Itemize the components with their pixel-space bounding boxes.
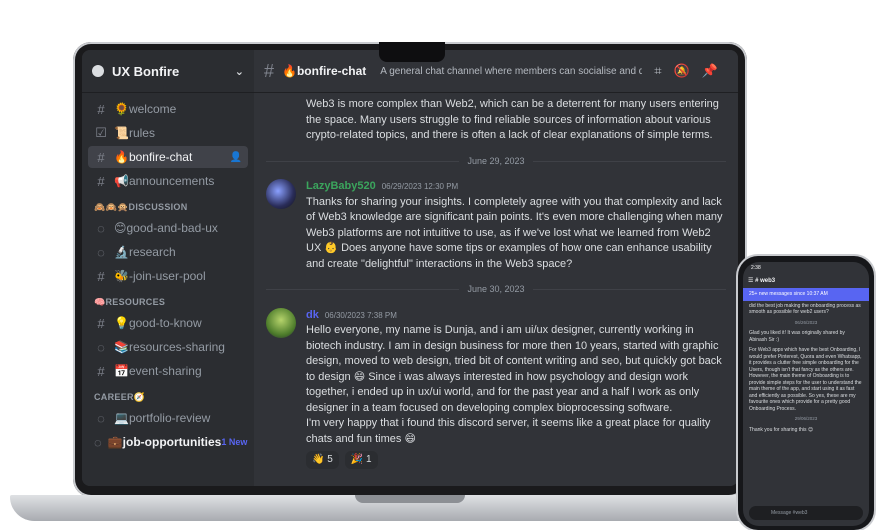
mobile-message-input[interactable]: Message #web3: [749, 506, 863, 520]
mobile-message: did the best job making the onboarding p…: [749, 302, 861, 316]
laptop-camera-notch: [379, 42, 445, 62]
channel-label: 🌻welcome: [114, 102, 177, 116]
message-text: Thanks for sharing your insights. I comp…: [306, 195, 723, 270]
message: LazyBaby520 06/29/2023 12:30 PM Thanks fo…: [266, 179, 726, 272]
pin-icon[interactable]: 📌: [702, 63, 718, 79]
forum-icon: ◌: [97, 410, 105, 426]
channel-label: 📚resources-sharing: [114, 340, 225, 354]
channel-good-to-know[interactable]: # 💡good-to-know: [88, 312, 248, 334]
avatar[interactable]: [266, 307, 296, 338]
threads-icon[interactable]: ⌗: [654, 63, 661, 79]
channel-portfolio-review[interactable]: ◌ 💻portfolio-review: [88, 407, 248, 429]
server-name: UX Bonfire: [112, 63, 180, 79]
avatar[interactable]: [266, 179, 296, 209]
channel-event-sharing[interactable]: # 📅event-sharing: [88, 360, 248, 382]
reaction-emoji: 👋: [312, 454, 325, 465]
new-badge: 1 New: [221, 437, 248, 447]
mobile-message: Thank you for sharing this 😊: [749, 426, 814, 433]
message: dk 06/30/2023 7:38 PM Hello everyone, my …: [266, 307, 726, 469]
chevron-down-icon[interactable]: ⌄: [235, 65, 244, 78]
hash-icon: #: [264, 60, 275, 81]
channel-label: 🐝-join-user-pool: [114, 269, 206, 283]
channel-rules[interactable]: ☑ 📜rules: [88, 122, 248, 144]
channel-resources-sharing[interactable]: ◌ 📚resources-sharing: [88, 336, 248, 358]
hash-icon: #: [755, 277, 759, 284]
forum-icon: ◌: [97, 339, 105, 355]
hash-icon: #: [97, 149, 105, 165]
mute-bell-icon[interactable]: 🔕: [674, 63, 690, 79]
reaction[interactable]: 🎉 1: [344, 451, 378, 469]
mobile-channel-header: ☰ # web3: [743, 274, 869, 288]
channel-label: 🔥bonfire-chat: [114, 150, 193, 164]
date-label: June 30, 2023: [467, 284, 525, 294]
discord-mobile-screen: 2:38 ☰ # web3 25+ new messages since 10:…: [743, 262, 869, 526]
channel-join-user-pool[interactable]: # 🐝-join-user-pool: [88, 265, 248, 287]
channel-label: 💡good-to-know: [114, 316, 202, 330]
channel-label: 📅event-sharing: [114, 364, 202, 378]
new-messages-banner[interactable]: 25+ new messages since 10:37 AM: [743, 288, 869, 301]
username[interactable]: dk: [306, 309, 319, 321]
channel-welcome[interactable]: # 🌻welcome: [88, 98, 248, 120]
channel-job-opportunities[interactable]: ◌ 💼job-opportunities 1 New: [88, 431, 248, 453]
hash-icon: #: [97, 363, 105, 379]
date-label: June 29, 2023: [467, 155, 525, 166]
mobile-message: For Web3 apps which have the best Onboar…: [749, 347, 862, 412]
channel-label: 📢announcements: [114, 174, 215, 188]
reaction-count: 1: [366, 454, 372, 465]
category-career[interactable]: CAREER🧭: [88, 384, 248, 407]
mobile-date-divider: 06/26/2023: [794, 319, 818, 325]
reactions: 👋 5 🎉 1: [306, 451, 726, 469]
username[interactable]: LazyBaby520: [306, 180, 376, 192]
message-text: Web3 is more complex than Web2, which ca…: [306, 98, 719, 141]
chat-area: # 🔥bonfire-chat A general chat channel w…: [254, 50, 738, 486]
channel-label: 🔬research: [114, 245, 176, 259]
channel-research[interactable]: ◌ 🔬research: [88, 241, 248, 263]
discord-desktop-window: UX Bonfire ⌄ # 🌻welcome ☑ 📜rules # 🔥bonfire…: [82, 50, 738, 486]
message-list: Web3 is more complex than Web2, which ca…: [254, 97, 738, 469]
status-bar: 2:38: [743, 262, 869, 274]
hash-icon: #: [97, 268, 105, 284]
invite-icon[interactable]: 👤: [230, 152, 242, 163]
mobile-date-divider: 29/06/2023: [794, 416, 818, 421]
channel-sidebar: UX Bonfire ⌄ # 🌻welcome ☑ 📜rules # 🔥bonfire…: [82, 50, 254, 486]
mobile-message: Glad you liked it! It was originally sha…: [749, 330, 845, 343]
channel-topic[interactable]: A general chat channel where members can…: [380, 66, 642, 77]
timestamp: 06/30/2023 7:38 PM: [324, 310, 397, 320]
reaction-count: 5: [327, 454, 333, 465]
channel-topbar: # 🔥bonfire-chat A general chat channel w…: [254, 50, 738, 93]
forum-icon: ◌: [94, 434, 102, 450]
channel-label: 💻portfolio-review: [114, 411, 211, 425]
reaction[interactable]: 👋 5: [306, 451, 339, 469]
date-divider: June 30, 2023: [266, 282, 726, 298]
rules-check-icon: ☑: [95, 125, 107, 140]
channel-label: 💼job-opportunities: [107, 435, 222, 449]
category-resources[interactable]: 🧠RESOURCES: [88, 289, 248, 312]
server-header[interactable]: UX Bonfire ⌄: [82, 50, 254, 92]
category-discussion[interactable]: 🙈🙉🙊DISCUSSION: [88, 194, 248, 217]
forum-icon: ◌: [97, 220, 105, 236]
forum-icon: ◌: [97, 244, 105, 260]
channel-label: 📜rules: [114, 126, 155, 140]
hash-icon: #: [97, 315, 105, 331]
channel-good-and-bad-ux[interactable]: ◌ 😊good-and-bad-ux: [88, 217, 248, 239]
mobile-channel-name: web3: [760, 277, 776, 284]
channel-announcements[interactable]: # 📢announcements: [88, 170, 248, 192]
laptop-base-notch: [355, 495, 465, 503]
channel-bonfire-chat[interactable]: # 🔥bonfire-chat 👤: [88, 146, 248, 168]
reaction-emoji: 🎉: [350, 454, 364, 465]
channel-title: 🔥bonfire-chat: [282, 64, 367, 78]
message-text: I'm very happy that i found this discord…: [306, 417, 711, 445]
message-text: Hello everyone, my name is Dunja, and i …: [306, 324, 722, 414]
hash-icon: #: [97, 173, 105, 189]
timestamp: 06/29/2023 12:30 PM: [381, 182, 459, 191]
date-divider: June 29, 2023: [266, 154, 726, 170]
server-logo-icon: [92, 65, 104, 77]
status-time: 2:38: [751, 264, 761, 271]
back-icon[interactable]: ☰: [748, 278, 753, 285]
hash-icon: #: [97, 101, 105, 117]
channel-label: 😊good-and-bad-ux: [114, 221, 218, 235]
